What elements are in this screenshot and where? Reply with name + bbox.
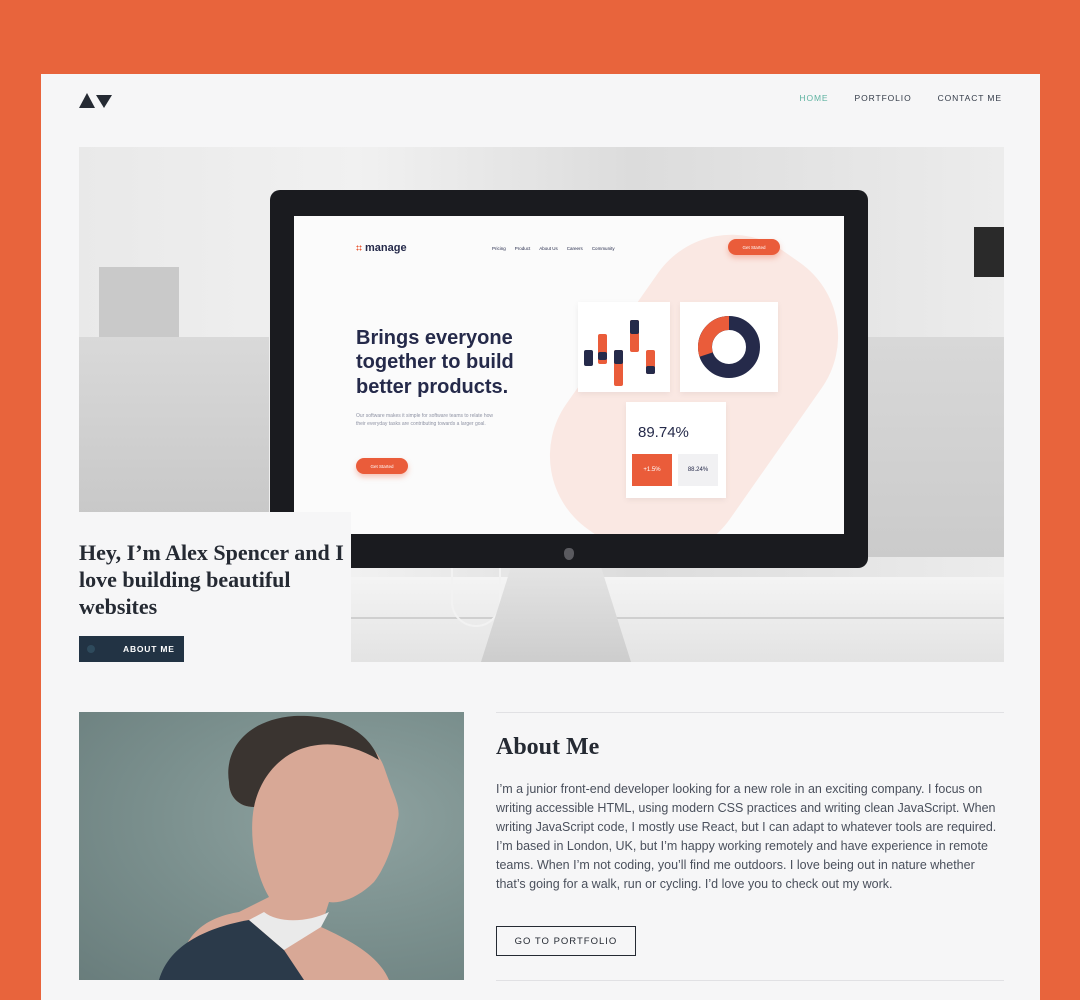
divider bbox=[496, 712, 1004, 713]
monitor: manage Pricing Product About Us Careers … bbox=[270, 190, 868, 568]
nav-home[interactable]: HOME bbox=[799, 93, 828, 103]
background-block bbox=[864, 337, 1004, 557]
manage-get-started-main: Get Started bbox=[356, 458, 408, 474]
stat-secondary: 88.24% bbox=[678, 454, 718, 486]
manage-logo-icon bbox=[356, 245, 362, 251]
person-silhouette bbox=[159, 715, 399, 980]
nav-portfolio[interactable]: PORTFOLIO bbox=[855, 93, 912, 103]
manage-nav-pricing: Pricing bbox=[492, 246, 506, 251]
background-monitor bbox=[99, 267, 179, 337]
manage-nav-about: About Us bbox=[539, 246, 558, 251]
portrait-photo bbox=[79, 712, 464, 980]
stat-card: 89.74% +1.5% 88.24% bbox=[626, 402, 726, 498]
about-me-button[interactable]: ABOUT ME bbox=[79, 636, 184, 662]
triangle-logo-icon[interactable] bbox=[79, 92, 113, 108]
chart-bar bbox=[646, 366, 655, 374]
donut-chart bbox=[698, 316, 760, 378]
go-to-portfolio-button[interactable]: GO TO PORTFOLIO bbox=[496, 926, 636, 956]
manage-description: Our software makes it simple for softwar… bbox=[356, 413, 493, 427]
desk-edge bbox=[349, 617, 1004, 619]
manage-logo: manage bbox=[356, 242, 407, 254]
manage-nav-careers: Careers bbox=[566, 246, 583, 251]
manage-brand: manage bbox=[365, 242, 407, 254]
about-title: About Me bbox=[496, 734, 600, 760]
chart-bar bbox=[614, 350, 623, 364]
monitor-cable bbox=[451, 567, 501, 627]
main-nav: HOME PORTFOLIO CONTACT ME bbox=[799, 93, 1002, 103]
stat-change: +1.5% bbox=[632, 454, 672, 486]
about-description: I’m a junior front-end developer looking… bbox=[496, 782, 997, 891]
manage-nav-product: Product bbox=[514, 246, 531, 251]
intro-panel: Hey, I’m Alex Spencer and I love buildin… bbox=[79, 512, 351, 662]
portfolio-page: HOME PORTFOLIO CONTACT ME manage Pricing… bbox=[41, 74, 1040, 1000]
background-desk bbox=[79, 337, 269, 527]
chart-bar bbox=[630, 320, 639, 334]
chart-bar bbox=[598, 352, 607, 360]
monitor-screen: manage Pricing Product About Us Careers … bbox=[294, 216, 844, 534]
hero-title: Hey, I’m Alex Spencer and I love buildin… bbox=[79, 540, 344, 619]
manage-nav-community: Community bbox=[591, 246, 615, 251]
manage-headline: Brings everyone together to build better… bbox=[356, 327, 514, 398]
nav-contact-me[interactable]: CONTACT ME bbox=[938, 93, 1002, 103]
button-icon bbox=[87, 645, 95, 653]
divider bbox=[496, 980, 1004, 981]
about-me-button-label: ABOUT ME bbox=[123, 644, 175, 654]
background-object bbox=[974, 227, 1004, 277]
manage-get-started-top: Get Started bbox=[728, 239, 780, 255]
apple-icon bbox=[564, 548, 574, 560]
desk-surface bbox=[349, 577, 1004, 662]
manage-nav: Pricing Product About Us Careers Communi… bbox=[492, 246, 615, 251]
chart-bar bbox=[584, 350, 593, 366]
bar-chart-card bbox=[578, 302, 670, 392]
donut-chart-card bbox=[680, 302, 778, 392]
monitor-chin bbox=[270, 536, 868, 568]
stat-main-value: 89.74% bbox=[638, 424, 689, 441]
